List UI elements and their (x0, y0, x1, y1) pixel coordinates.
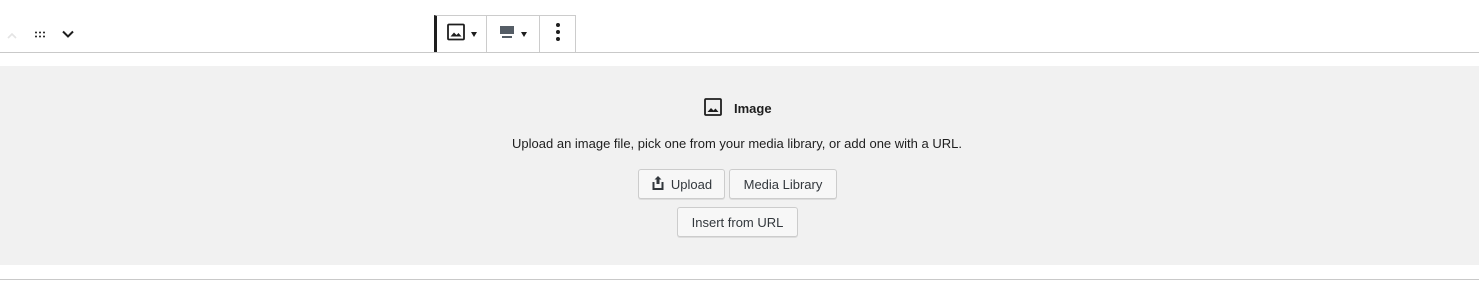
more-vertical-icon (555, 22, 561, 47)
drag-handle-icon[interactable] (33, 28, 47, 40)
divider (0, 52, 1479, 53)
image-icon (704, 97, 734, 119)
image-block-placeholder: Image Upload an image file, pick one fro… (0, 66, 1479, 265)
media-library-button[interactable]: Media Library (729, 169, 837, 199)
upload-icon (651, 175, 671, 194)
upload-label: Upload (670, 176, 713, 192)
more-options-button[interactable] (540, 16, 575, 53)
placeholder-label: Image (704, 97, 772, 119)
move-up-chevron-icon[interactable] (6, 28, 18, 39)
block-toolbar (434, 15, 576, 53)
divider (0, 279, 1479, 280)
image-icon (446, 23, 465, 46)
placeholder-instructions: Upload an image file, pick one from your… (512, 136, 962, 151)
insert-from-url-button[interactable]: Insert from URL (677, 207, 798, 237)
dropdown-caret-icon (521, 32, 527, 37)
move-down-chevron-icon[interactable] (60, 27, 76, 41)
block-type-switcher[interactable] (437, 16, 487, 53)
align-dropdown[interactable] (487, 16, 540, 53)
dropdown-caret-icon (470, 32, 477, 37)
placeholder-title: Image (734, 100, 772, 116)
editor-canvas: Image Upload an image file, pick one fro… (0, 0, 1479, 288)
align-icon (499, 24, 515, 45)
upload-button[interactable]: Upload (638, 169, 725, 199)
